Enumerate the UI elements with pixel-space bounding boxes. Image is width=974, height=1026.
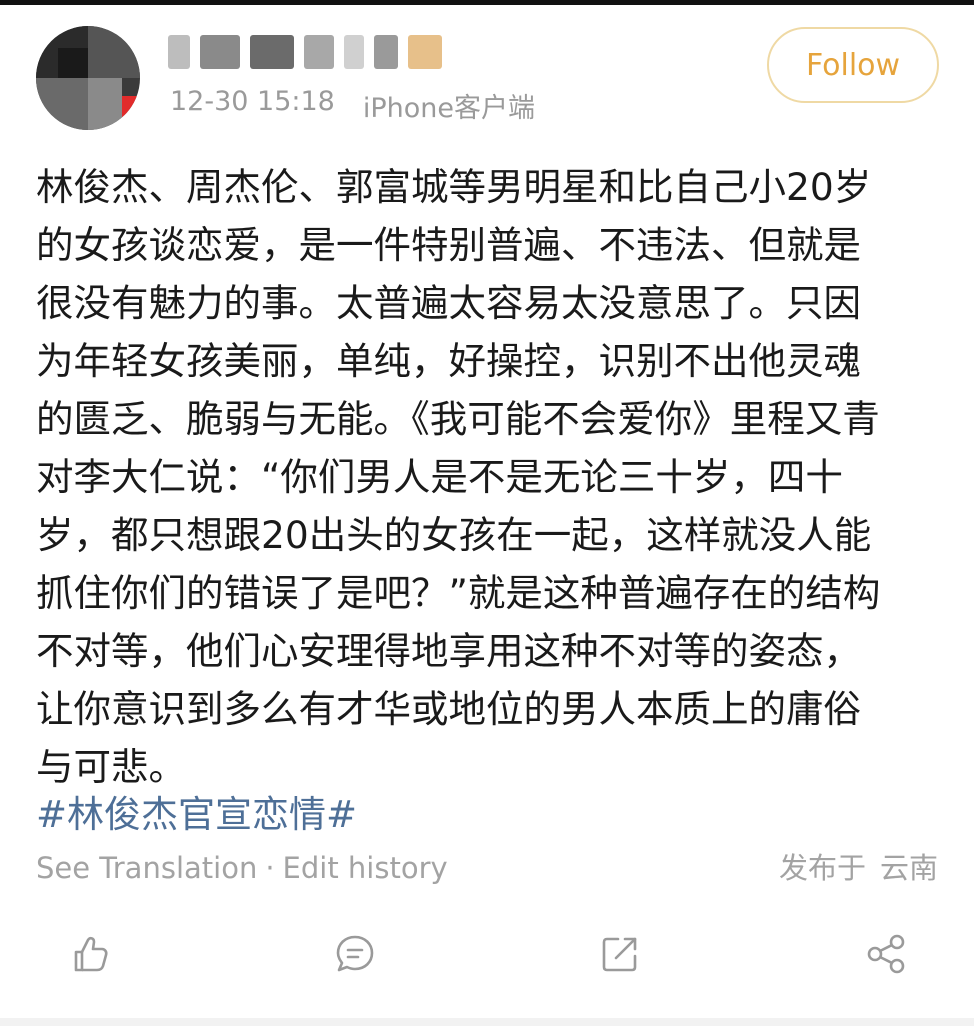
avatar[interactable] bbox=[36, 26, 140, 130]
post-line: 很没有魅力的事。太普遍太容易太没意思了。只因 bbox=[36, 281, 861, 325]
avatar-mosaic-block bbox=[36, 78, 88, 130]
post-line: 抓住你们的错误了是吧？”就是这种普遍存在的结构 bbox=[36, 571, 881, 615]
post-client: iPhone客户端 bbox=[362, 93, 535, 124]
hashtag-link[interactable]: #林俊杰官宣恋情# bbox=[36, 786, 357, 844]
share-button[interactable] bbox=[862, 930, 910, 978]
avatar-mosaic-block bbox=[122, 96, 140, 130]
post-line: 对李大仁说：“你们男人是不是无论三十岁，四十 bbox=[36, 455, 843, 499]
avatar-mosaic-block bbox=[58, 48, 88, 78]
post-footer-links: See Translation · Edit history bbox=[36, 846, 448, 890]
post-line: 不对等，他们心安理得地享用这种不对等的姿态， bbox=[36, 629, 861, 673]
post-timestamp: 12-30 15:18 bbox=[170, 86, 335, 117]
post-line: 的匮乏、脆弱与无能。《我可能不会爱你》里程又青 bbox=[36, 397, 880, 441]
post-line: 岁，都只想跟20出头的女孩在一起，这样就没人能 bbox=[36, 513, 872, 557]
username-text: *** ** bbox=[168, 28, 264, 68]
comment-icon bbox=[336, 935, 374, 972]
comment-button[interactable] bbox=[331, 930, 379, 978]
repost-button[interactable] bbox=[596, 930, 644, 978]
post-line: 让你意识到多么有才华或地位的男人本质上的庸俗 bbox=[36, 687, 861, 731]
post-body: 林俊杰、周杰伦、郭富城等男明星和比自己小20岁 的女孩谈恋爱，是一件特别普遍、不… bbox=[36, 158, 938, 796]
post-screen: *** ** 12-30 15:18 iPhone客户端 Follow 林俊杰、… bbox=[0, 0, 974, 1026]
post-line: 林俊杰、周杰伦、郭富城等男明星和比自己小20岁 bbox=[36, 165, 872, 209]
follow-button[interactable]: Follow bbox=[767, 27, 939, 103]
like-button[interactable] bbox=[66, 930, 114, 978]
post-meta: 12-30 15:18 iPhone客户端 bbox=[170, 86, 535, 125]
share-icon bbox=[867, 934, 905, 974]
post-line: 的女孩谈恋爱，是一件特别普遍、不违法、但就是 bbox=[36, 223, 861, 267]
edit-history-link[interactable]: Edit history bbox=[283, 851, 448, 885]
username[interactable]: *** ** bbox=[168, 28, 442, 76]
repost-icon bbox=[602, 937, 637, 972]
username-mosaic bbox=[408, 35, 442, 69]
location-text: 云南 bbox=[879, 851, 938, 885]
footer-separator: · bbox=[265, 851, 275, 885]
see-translation-link[interactable]: See Translation bbox=[36, 851, 257, 885]
username-mosaic bbox=[374, 35, 398, 69]
avatar-mosaic-block bbox=[88, 78, 122, 130]
bottom-divider bbox=[0, 1018, 974, 1026]
username-mosaic bbox=[344, 35, 364, 69]
avatar-mosaic-block bbox=[88, 26, 140, 78]
thumbs-up-icon bbox=[74, 936, 108, 972]
username-mosaic bbox=[304, 35, 334, 69]
status-bar-edge bbox=[0, 0, 974, 5]
published-prefix: 发布于 bbox=[778, 851, 866, 885]
post-line: 为年轻女孩美丽，单纯，好操控，识别不出他灵魂 bbox=[36, 339, 861, 383]
post-location: 发布于 云南 bbox=[779, 846, 938, 890]
